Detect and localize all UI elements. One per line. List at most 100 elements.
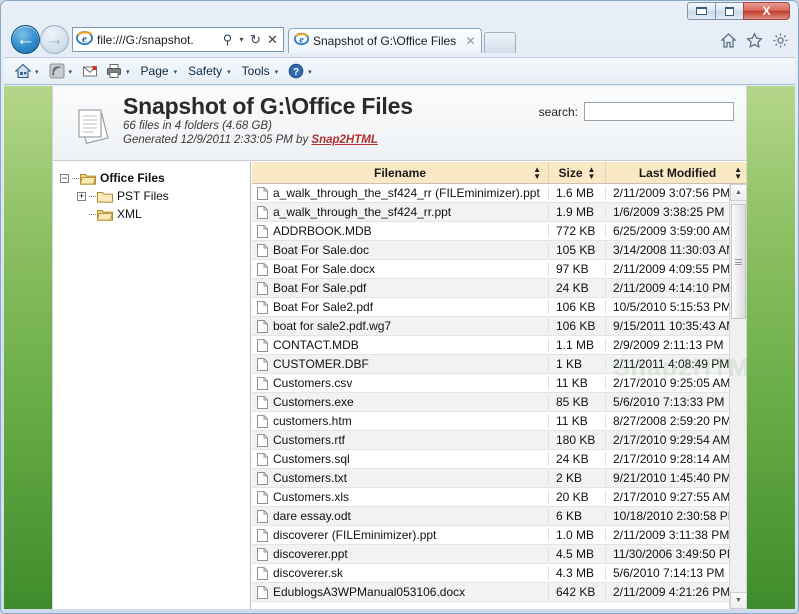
scroll-down-button[interactable]: ▼ [730,592,746,609]
expand-toggle-icon[interactable]: + [77,191,86,201]
table-row[interactable]: Boat For Sale2.pdf 106 KB 10/5/2010 5:15:5… [252,298,729,317]
table-row[interactable]: ADDRBOOK.MDB 772 KB 6/25/2009 3:59:00 AM [252,222,729,241]
cell-filename[interactable]: Boat For Sale.pdf [252,281,549,295]
table-row[interactable]: boat for sale2.pdf.wg7 106 KB 9/15/2011 10… [252,317,729,336]
table-row[interactable]: dare essay.odt 6 KB 10/18/2010 2:30:58 PM [252,507,729,526]
home-icon[interactable] [720,32,737,49]
cell-filename[interactable]: discoverer (FILEminimizer).ppt [252,528,549,542]
home-button[interactable]: ▾ [12,59,44,83]
table-row[interactable]: CUSTOMER.DBF 1 KB 2/11/2011 4:08:49 PM [252,355,729,374]
cell-filename[interactable]: Customers.rtf [252,433,549,447]
maximize-button[interactable] [715,2,744,20]
sort-toggle-icon[interactable]: ▲ ▼ [533,165,541,180]
search-icon[interactable]: ⚲ [219,29,236,50]
back-button[interactable]: ← [11,25,40,54]
cell-filename[interactable]: CONTACT.MDB [252,338,549,352]
table-row[interactable]: EdublogsA3WPManual053106.docx 642 KB 2/11/… [252,583,729,602]
table-row[interactable]: discoverer.sk 4.3 MB 5/6/2010 7:14:13 PM [252,564,729,583]
table-row[interactable]: discoverer.ppt 4.5 MB 11/30/2006 3:49:50 P… [252,545,729,564]
chevron-down-icon[interactable]: ▾ [69,68,73,76]
safety-menu[interactable]: Safety ▾ [184,59,236,83]
feeds-button[interactable]: ▾ [46,59,78,83]
print-button[interactable]: ▾ [103,59,135,83]
cell-filename[interactable]: a_walk_through_the_sf424_rr (FILEminimiz… [252,186,549,200]
sort-toggle-icon[interactable]: ▲ ▼ [588,165,596,180]
file-icon [257,338,268,352]
table-row[interactable]: a_walk_through_the_sf424_rr.ppt 1.9 MB 1/6… [252,203,729,222]
forward-button[interactable]: → [40,25,69,54]
page-header: Snapshot of G:\Office Files 66 files in … [53,86,746,161]
tab-close-icon[interactable]: ✕ [463,34,478,49]
sort-toggle-icon[interactable]: ▲ ▼ [734,165,742,180]
read-mail-button[interactable] [79,59,101,83]
file-icon [257,205,268,219]
tree-node-pst-files[interactable]: + PST Files [77,187,250,205]
table-row[interactable]: CONTACT.MDB 1.1 MB 2/9/2009 2:11:13 PM [252,336,729,355]
cell-filename[interactable]: Boat For Sale.docx [252,262,549,276]
cell-filename[interactable]: Boat For Sale2.pdf [252,300,549,314]
table-row[interactable]: Customers.rtf 180 KB 2/17/2010 9:29:54 AM [252,431,729,450]
cell-filename[interactable]: EdublogsA3WPManual053106.docx [252,585,549,599]
tools-menu[interactable]: Tools ▾ [238,59,284,83]
file-icon [257,585,268,599]
table-row[interactable]: Customers.txt 2 KB 9/21/2010 1:45:40 PM [252,469,729,488]
table-row[interactable]: Customers.xls 20 KB 2/17/2010 9:27:55 AM [252,488,729,507]
table-row[interactable]: Boat For Sale.doc 105 KB 3/14/2008 11:30:0… [252,241,729,260]
cell-filename[interactable]: Customers.exe [252,395,549,409]
page-menu[interactable]: Page ▾ [137,59,183,83]
new-tab-button[interactable] [484,32,517,53]
table-row[interactable]: Boat For Sale.pdf 24 KB 2/11/2009 4:14:10 … [252,279,729,298]
chevron-down-icon[interactable]: ▾ [126,68,130,76]
snap2html-link[interactable]: Snap2HTML [311,134,377,146]
table-row[interactable]: Customers.exe 85 KB 5/6/2010 7:13:33 PM [252,393,729,412]
refresh-icon[interactable]: ↻ [247,29,264,50]
scrollbar-thumb[interactable] [731,204,746,319]
filename-text: discoverer.sk [273,566,344,580]
address-bar[interactable]: e file:///G:/snapshot. ⚲ ▾ ↻ ✕ [72,27,284,52]
cell-filename[interactable]: Customers.txt [252,471,549,485]
search-input[interactable] [584,102,734,121]
cell-filename[interactable]: discoverer.sk [252,566,549,580]
chevron-down-icon[interactable]: ▾ [35,68,39,76]
collapse-toggle-icon[interactable]: − [60,173,69,183]
stop-icon[interactable]: ✕ [264,29,281,50]
chevron-down-icon[interactable]: ▾ [236,29,247,50]
cell-filename[interactable]: Customers.xls [252,490,549,504]
column-header-size[interactable]: Size ▲ ▼ [549,162,606,183]
table-row[interactable]: a_walk_through_the_sf424_rr (FILEminimiz… [252,184,729,203]
cell-filename[interactable]: a_walk_through_the_sf424_rr.ppt [252,205,549,219]
tools-gear-icon[interactable] [772,32,789,49]
column-header-last-modified[interactable]: Last Modified ▲ ▼ [606,162,746,183]
tree-node-office-files[interactable]: − Office Files [60,169,250,187]
tree-node-xml[interactable]: XML [77,205,250,223]
cell-filename[interactable]: Customers.csv [252,376,549,390]
scroll-up-button[interactable]: ▲ [730,184,746,201]
cell-filename[interactable]: dare essay.odt [252,509,549,523]
column-header-filename[interactable]: Filename ▲ ▼ [252,162,549,183]
help-menu[interactable]: ? ▾ [285,59,317,83]
filename-text: Boat For Sale.pdf [273,281,367,295]
file-list-scrollbar[interactable]: ▲ ▼ [729,184,746,609]
table-row[interactable]: Boat For Sale.docx 97 KB 2/11/2009 4:09:55… [252,260,729,279]
file-list[interactable]: a_walk_through_the_sf424_rr (FILEminimiz… [252,184,729,609]
chevron-down-icon[interactable]: ▾ [174,68,178,76]
chevron-down-icon[interactable]: ▾ [275,68,279,76]
cell-filename[interactable]: ADDRBOOK.MDB [252,224,549,238]
table-row[interactable]: customers.htm 11 KB 8/27/2008 2:59:20 PM [252,412,729,431]
chevron-down-icon[interactable]: ▾ [308,68,312,76]
cell-filename[interactable]: boat for sale2.pdf.wg7 [252,319,549,333]
chevron-down-icon[interactable]: ▾ [227,68,231,76]
cell-filename[interactable]: Customers.sql [252,452,549,466]
favorites-star-icon[interactable] [746,32,763,49]
close-button[interactable]: X [743,2,790,20]
cell-filename[interactable]: discoverer.ppt [252,547,549,561]
cell-filename[interactable]: CUSTOMER.DBF [252,357,549,371]
cell-filename[interactable]: Boat For Sale.doc [252,243,549,257]
table-row[interactable]: Customers.sql 24 KB 2/17/2010 9:28:14 AM [252,450,729,469]
tab-snapshot[interactable]: e Snapshot of G:\Office Files ✕ [288,28,483,53]
minimize-button[interactable] [687,2,716,20]
cell-filename[interactable]: customers.htm [252,414,549,428]
table-row[interactable]: discoverer (FILEminimizer).ppt 1.0 MB 2/11… [252,526,729,545]
table-row[interactable]: Customers.csv 11 KB 2/17/2010 9:25:05 AM [252,374,729,393]
cell-last-modified: 8/27/2008 2:59:20 PM [613,414,729,428]
